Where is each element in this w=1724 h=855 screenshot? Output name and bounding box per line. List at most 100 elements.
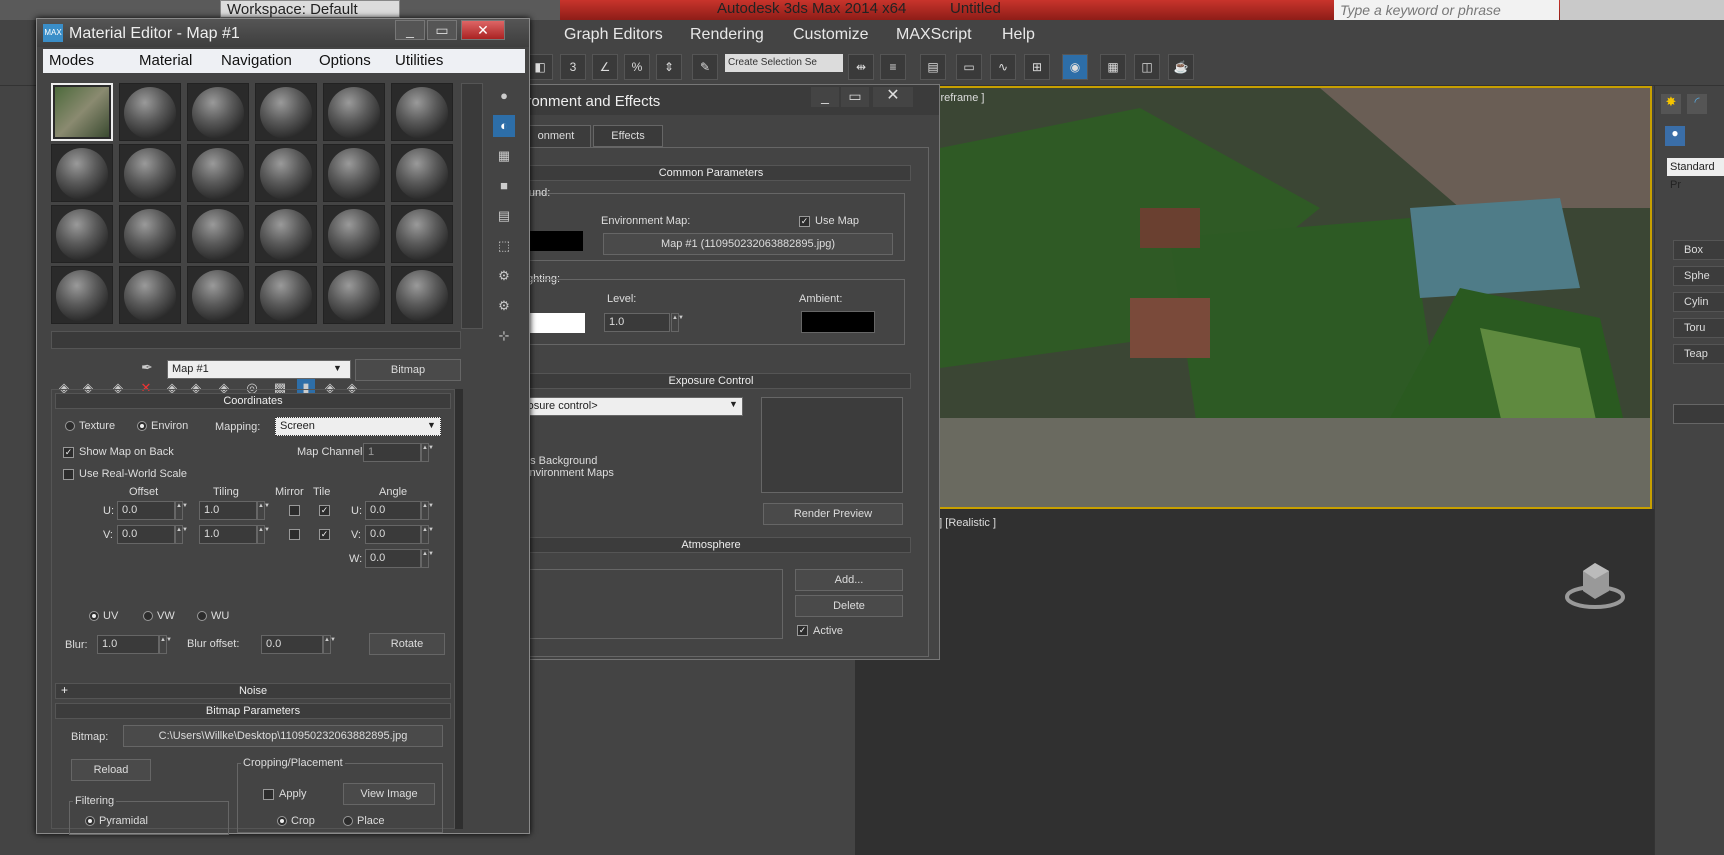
expand-icon[interactable]: + <box>61 683 68 697</box>
tab-effects[interactable]: Effects <box>593 125 663 147</box>
atmosphere-header[interactable]: Atmosphere <box>511 537 911 553</box>
sample-slot[interactable] <box>187 144 249 202</box>
material-navigator-icon[interactable]: ⊹ <box>493 325 515 347</box>
sample-slot[interactable] <box>391 266 453 324</box>
sample-slot[interactable] <box>391 144 453 202</box>
delete-button[interactable]: Delete <box>795 595 903 617</box>
exposure-dropdown[interactable]: xposure control> <box>511 397 743 416</box>
render-setup-icon[interactable]: ▦ <box>1100 54 1126 80</box>
mirror-icon[interactable]: ⇹ <box>848 54 874 80</box>
u-tiling-input[interactable]: 1.0 <box>199 501 257 520</box>
percent-snap-icon[interactable]: % <box>624 54 650 80</box>
cylinder-button[interactable]: Cylin <box>1673 292 1724 312</box>
close-icon[interactable]: ✕ <box>873 87 913 107</box>
v-tile-checkbox[interactable]: ✓ <box>319 529 330 540</box>
common-parameters-header[interactable]: Common Parameters <box>511 165 911 181</box>
v-angle-input[interactable]: 0.0 <box>365 525 421 544</box>
schematic-view-icon[interactable]: ⊞ <box>1024 54 1050 80</box>
sample-slot[interactable] <box>119 266 181 324</box>
map-type-button[interactable]: Bitmap <box>355 359 461 381</box>
layer-manager-icon[interactable]: ▤ <box>920 54 946 80</box>
curve-editor-icon[interactable]: ∿ <box>990 54 1016 80</box>
search-input[interactable]: Type a keyword or phrase <box>1334 0 1559 20</box>
u-offset-spinner[interactable]: ▲▼ <box>175 501 188 520</box>
v-offset-input[interactable]: 0.0 <box>117 525 175 544</box>
geometry-icon[interactable]: ● <box>1665 126 1685 146</box>
use-real-world-checkbox[interactable] <box>63 469 74 480</box>
select-by-material-icon[interactable]: ⚙ <box>493 295 515 317</box>
rendered-frame-icon[interactable]: ◫ <box>1134 54 1160 80</box>
menu-navigation[interactable]: Navigation <box>221 52 292 69</box>
render-preview-button[interactable]: Render Preview <box>763 503 903 525</box>
texture-radio[interactable] <box>65 421 75 431</box>
sample-slot[interactable] <box>51 205 113 263</box>
level-spinner[interactable]: ▲▼ <box>671 313 684 332</box>
vw-radio[interactable] <box>143 611 153 621</box>
menu-customize[interactable]: Customize <box>793 26 869 44</box>
sample-slot[interactable] <box>323 266 385 324</box>
options-icon[interactable]: ⚙ <box>493 265 515 287</box>
bitmap-parameters-header[interactable]: Bitmap Parameters <box>55 703 451 719</box>
object-type-dropdown[interactable]: Standard Pr <box>1667 158 1724 191</box>
v-angle-spinner[interactable]: ▲▼ <box>421 525 434 544</box>
workspace-dropdown[interactable]: Workspace: Default <box>220 0 400 18</box>
eyedropper-icon[interactable]: ✒ <box>141 359 161 379</box>
u-angle-input[interactable]: 0.0 <box>365 501 421 520</box>
sample-slot[interactable] <box>51 266 113 324</box>
sample-slot[interactable] <box>187 205 249 263</box>
align-icon[interactable]: ≡ <box>880 54 906 80</box>
add-button[interactable]: Add... <box>795 569 903 591</box>
blur-spinner[interactable]: ▲▼ <box>159 635 172 654</box>
sample-type-icon[interactable]: ● <box>493 85 515 107</box>
minimize-icon[interactable]: _ <box>811 87 839 107</box>
box-button[interactable]: Box <box>1673 240 1724 260</box>
map-name-input[interactable]: Map #1 <box>167 360 351 379</box>
sample-slot[interactable] <box>391 83 453 141</box>
u-tile-checkbox[interactable]: ✓ <box>319 505 330 516</box>
viewport-perspective[interactable] <box>855 509 1723 855</box>
make-preview-icon[interactable]: ⬚ <box>493 235 515 257</box>
sample-slot[interactable] <box>187 266 249 324</box>
menu-utilities[interactable]: Utilities <box>395 52 443 69</box>
menu-rendering[interactable]: Rendering <box>690 26 764 44</box>
backlight-icon[interactable]: ◐ <box>493 115 515 137</box>
sample-slot[interactable] <box>255 266 317 324</box>
show-map-on-back-checkbox[interactable]: ✓ <box>63 447 74 458</box>
effects-list[interactable] <box>511 569 783 639</box>
close-icon[interactable]: ✕ <box>461 20 505 40</box>
snap-3-icon[interactable]: 3 <box>560 54 586 80</box>
pyramidal-radio[interactable] <box>85 816 95 826</box>
sun-icon[interactable]: ✸ <box>1661 94 1681 114</box>
sample-slot[interactable] <box>255 205 317 263</box>
exposure-control-header[interactable]: Exposure Control <box>511 373 911 389</box>
sample-slot[interactable] <box>119 83 181 141</box>
background-pattern-icon[interactable]: ▦ <box>493 145 515 167</box>
rotate-button[interactable]: Rotate <box>369 633 445 655</box>
reload-button[interactable]: Reload <box>71 759 151 781</box>
edit-named-selection-icon[interactable]: ✎ <box>692 54 718 80</box>
v-tiling-spinner[interactable]: ▲▼ <box>257 525 270 544</box>
level-input[interactable]: 1.0 <box>604 313 670 332</box>
selection-set-input[interactable]: Create Selection Se <box>725 54 843 72</box>
u-tiling-spinner[interactable]: ▲▼ <box>257 501 270 520</box>
wu-radio[interactable] <box>197 611 207 621</box>
sample-slot[interactable] <box>119 205 181 263</box>
torus-button[interactable]: Toru <box>1673 318 1724 338</box>
w-angle-spinner[interactable]: ▲▼ <box>421 549 434 568</box>
chevron-down-icon[interactable]: ▼ <box>729 399 738 409</box>
video-color-check-icon[interactable]: ▤ <box>493 205 515 227</box>
info-center-icons[interactable] <box>1560 0 1724 20</box>
coordinates-header[interactable]: Coordinates <box>55 393 451 409</box>
w-angle-input[interactable]: 0.0 <box>365 549 421 568</box>
name-field[interactable] <box>1673 404 1724 424</box>
map-channel-input[interactable]: 1 <box>363 443 421 462</box>
apply-checkbox[interactable] <box>263 789 274 800</box>
sample-slot[interactable] <box>323 205 385 263</box>
v-offset-spinner[interactable]: ▲▼ <box>175 525 188 544</box>
menu-options[interactable]: Options <box>319 52 371 69</box>
sample-slot[interactable] <box>391 205 453 263</box>
place-radio[interactable] <box>343 816 353 826</box>
mapping-dropdown[interactable]: Screen <box>275 417 441 436</box>
slots-horizontal-scrollbar[interactable] <box>51 331 461 349</box>
sample-slot[interactable] <box>119 144 181 202</box>
